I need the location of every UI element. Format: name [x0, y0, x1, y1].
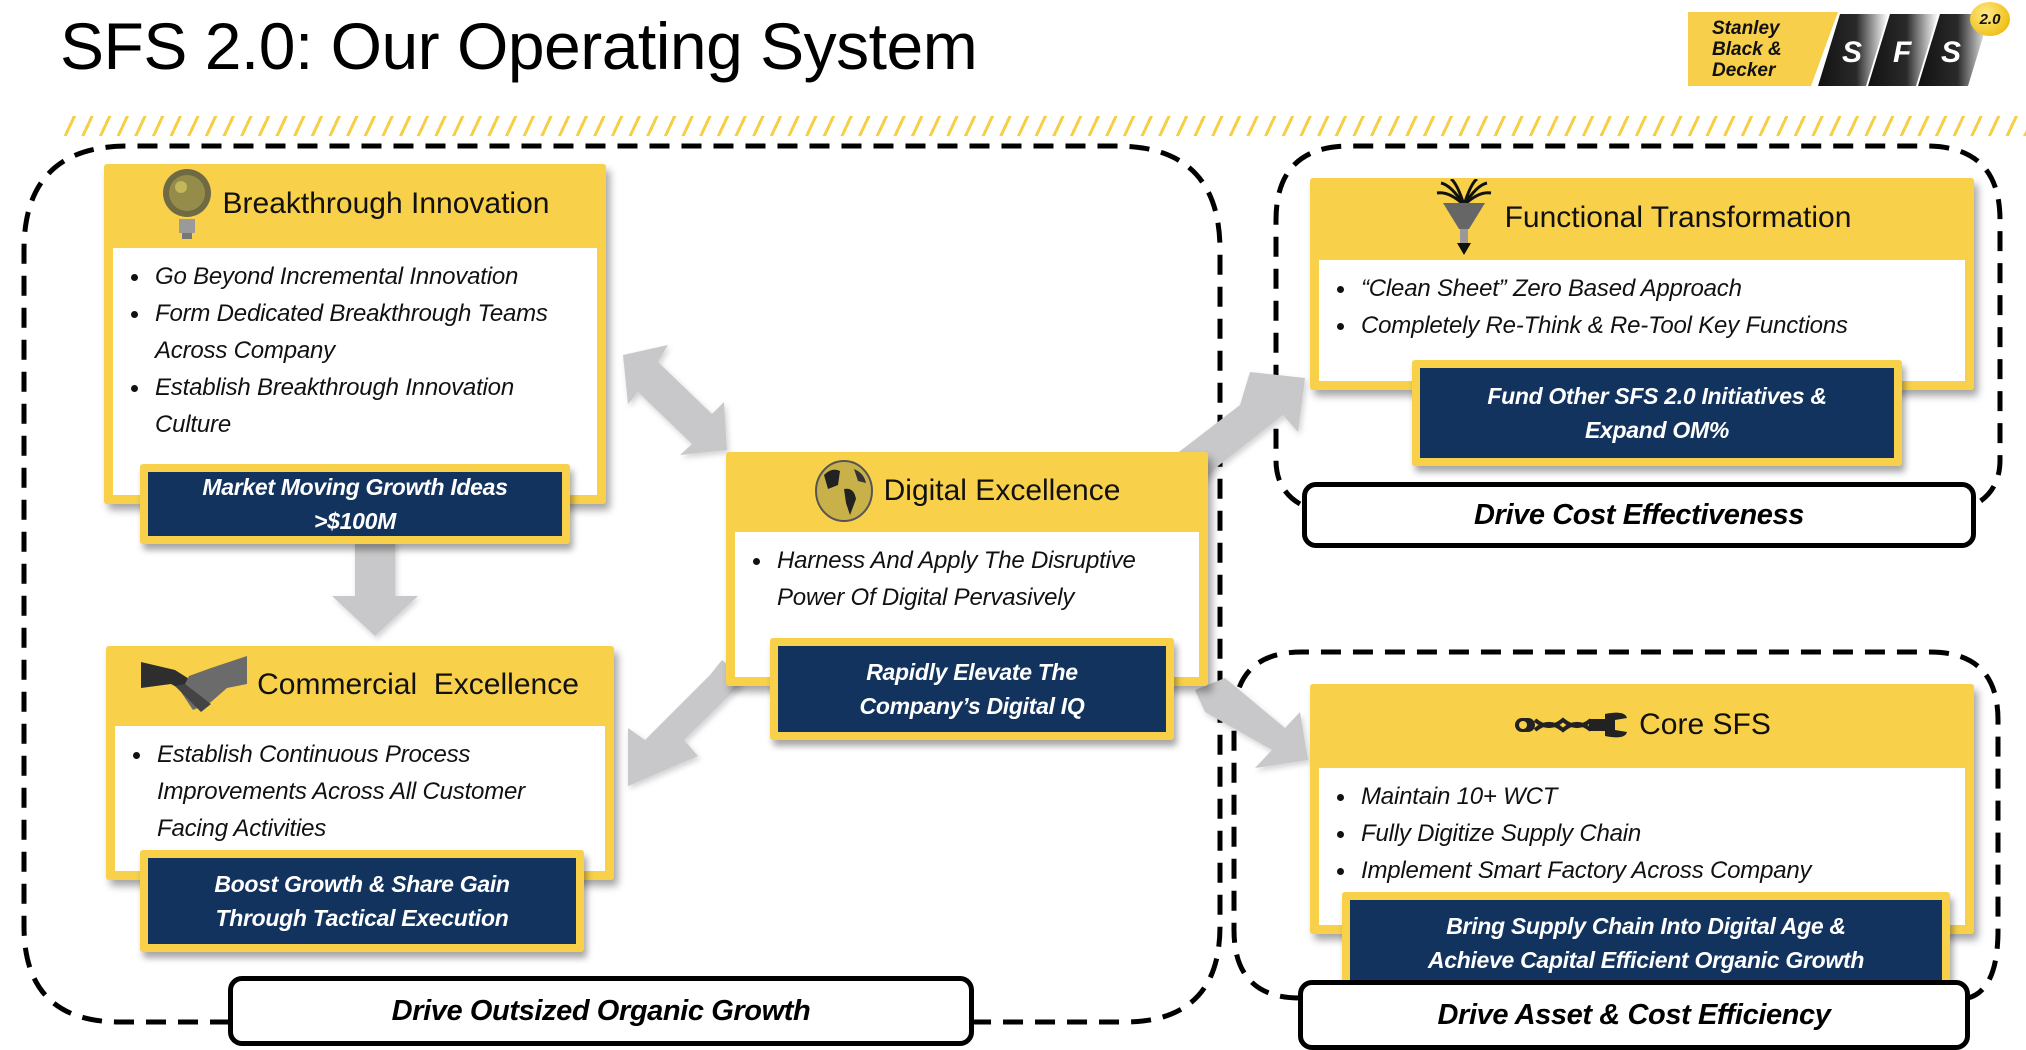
card-title: Digital Excellence [883, 474, 1121, 507]
dna-wrench-icon [1513, 708, 1629, 742]
bullet-item: Establish Breakthrough Innovation Cultur… [127, 369, 587, 443]
card-header: Functional Transformation [1310, 178, 1974, 258]
card-title: Functional Transformation [1504, 201, 1852, 234]
outcome-commercial: Boost Growth & Share Gain Through Tactic… [140, 850, 584, 952]
bullet-item: Maintain 10+ WCT [1333, 778, 1955, 815]
card-header: Digital Excellence [726, 452, 1208, 530]
arrow-down-breakthrough-to-commercial [332, 540, 418, 636]
goal-drive-outsized-organic-growth: Drive Outsized Organic Growth [228, 976, 974, 1046]
card-breakthrough-innovation: Breakthrough Innovation Go Beyond Increm… [104, 164, 606, 504]
card-functional-transformation: Functional Transformation “Clean Sheet” … [1310, 178, 1974, 390]
card-header: Core SFS [1310, 684, 1974, 766]
card-title: Commercial Excellence [257, 668, 579, 701]
bullet-item: “Clean Sheet” Zero Based Approach [1333, 270, 1955, 307]
card-title: Breakthrough Innovation [222, 187, 550, 220]
goal-drive-asset-cost-efficiency: Drive Asset & Cost Efficiency [1298, 980, 1970, 1050]
card-header: Breakthrough Innovation [104, 164, 606, 244]
outcome-digital: Rapidly Elevate The Company’s Digital IQ [770, 638, 1174, 740]
arrow-digital-to-core [1195, 678, 1308, 768]
funnel-icon [1433, 179, 1495, 257]
bullet-item: Implement Smart Factory Across Company [1333, 852, 1955, 889]
card-body: Go Beyond Incremental Innovation Form De… [113, 248, 597, 495]
outcome-breakthrough: Market Moving Growth Ideas >$100M [140, 464, 570, 544]
bullet-item: Establish Continuous Process Improvement… [129, 736, 595, 847]
outcome-functional: Fund Other SFS 2.0 Initiatives & Expand … [1412, 360, 1902, 466]
card-commercial-excellence: Commercial Excellence Establish Continuo… [106, 646, 614, 880]
bullet-item: Form Dedicated Breakthrough Teams Across… [127, 295, 587, 369]
card-header: Commercial Excellence [106, 646, 614, 724]
arrow-breakthrough-digital [623, 345, 727, 455]
bullet-item: Fully Digitize Supply Chain [1333, 815, 1955, 852]
bullet-item: Completely Re-Think & Re-Tool Key Functi… [1333, 307, 1955, 344]
lightbulb-icon [161, 165, 213, 243]
bullet-list: Go Beyond Incremental Innovation Form De… [113, 248, 597, 443]
bullet-list: Establish Continuous Process Improvement… [115, 726, 605, 847]
bullet-list: “Clean Sheet” Zero Based Approach Comple… [1319, 260, 1965, 344]
outcome-core: Bring Supply Chain Into Digital Age & Ac… [1342, 892, 1950, 994]
goal-drive-cost-effectiveness: Drive Cost Effectiveness [1302, 482, 1976, 548]
bullet-list: Maintain 10+ WCT Fully Digitize Supply C… [1319, 768, 1965, 889]
globe-icon [814, 459, 874, 523]
handshake-icon [141, 654, 248, 716]
card-title: Core SFS [1639, 708, 1771, 741]
bullet-item: Harness And Apply The Disruptive Power O… [749, 542, 1189, 616]
bullet-list: Harness And Apply The Disruptive Power O… [735, 532, 1199, 616]
bullet-item: Go Beyond Incremental Innovation [127, 258, 587, 295]
